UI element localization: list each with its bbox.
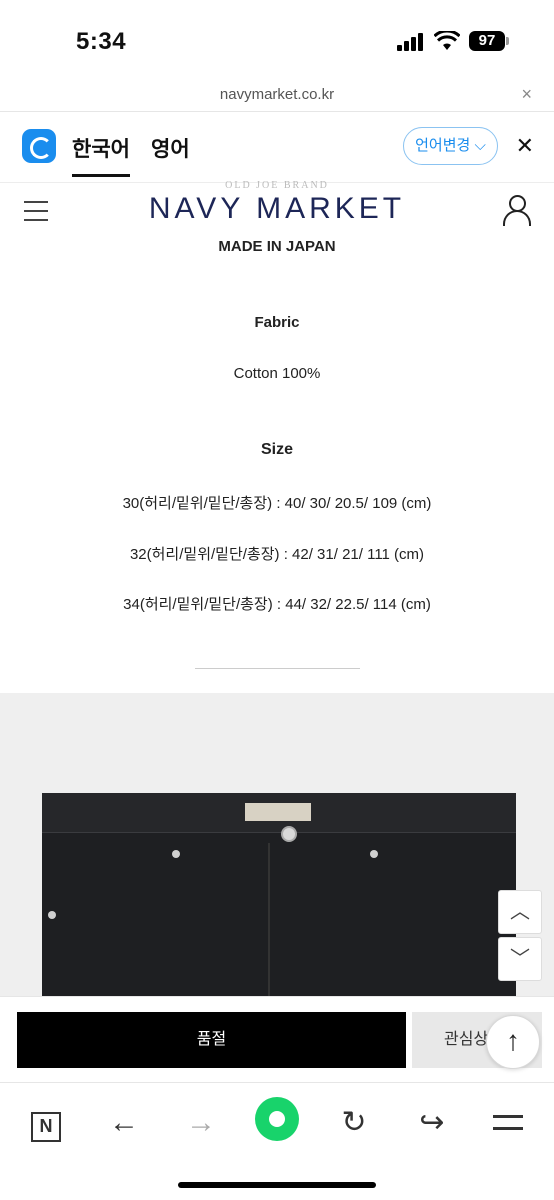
home-indicator: [178, 1182, 376, 1188]
close-icon[interactable]: ×: [521, 84, 532, 105]
size-row: 32(허리/밑위/밑단/총장) : 42/ 31/ 21/ 111 (cm): [129, 546, 425, 563]
status-time: 5:34: [76, 28, 127, 55]
url-text[interactable]: navymarket.co.kr: [0, 86, 554, 103]
size-row: 34(허리/밑위/밑단/총장) : 44/ 32/ 22.5/ 114 (cm): [123, 596, 431, 613]
tab-korean[interactable]: 한국어: [72, 133, 130, 177]
scroll-up-button[interactable]: ︿: [498, 890, 542, 934]
translate-bar: 한국어 영어 언어변경 ⌵ ✕: [0, 113, 554, 183]
reload-icon[interactable]: ↻: [332, 1101, 376, 1145]
fabric-heading: Fabric: [254, 314, 300, 331]
fly-seam-shape: [268, 843, 270, 996]
back-arrow-icon[interactable]: ←: [102, 1101, 146, 1145]
jeans-button-shape: [281, 826, 297, 842]
sold-out-button[interactable]: 품절: [17, 1012, 406, 1068]
naver-home-icon[interactable]: N: [24, 1101, 68, 1145]
close-icon[interactable]: ✕: [516, 133, 534, 159]
brand-logo[interactable]: NAVY MARKET: [0, 192, 554, 226]
rivet-shape: [172, 850, 180, 858]
product-image: [0, 693, 554, 996]
tab-english[interactable]: 영어: [151, 133, 190, 163]
fabric-value: Cotton 100%: [233, 365, 321, 382]
green-dot-icon[interactable]: [255, 1097, 299, 1141]
scroll-down-button[interactable]: ﹀: [498, 937, 542, 981]
label-tag-shape: [245, 803, 311, 821]
battery-tip: [506, 37, 509, 45]
brand-tagline: OLD JOE BRAND: [225, 180, 329, 191]
action-bar: 품절 관심상품 ↑: [0, 996, 554, 1082]
rivet-shape: [48, 911, 56, 919]
rivet-shape: [370, 850, 378, 858]
divider: [195, 668, 360, 669]
wifi-icon: [434, 31, 460, 50]
menu-icon[interactable]: [486, 1101, 530, 1145]
forward-arrow-icon[interactable]: →: [179, 1101, 223, 1145]
url-bar[interactable]: navymarket.co.kr ×: [0, 78, 554, 112]
status-bar: 5:34 97: [0, 0, 554, 78]
battery-icon: 97: [469, 31, 505, 51]
made-in-label: MADE IN JAPAN: [218, 238, 336, 255]
size-row: 30(허리/밑위/밑단/총장) : 40/ 30/ 20.5/ 109 (cm): [122, 495, 432, 512]
size-heading: Size: [260, 441, 293, 458]
user-icon[interactable]: [502, 195, 531, 226]
share-icon[interactable]: ↪: [410, 1101, 454, 1145]
scroll-to-top-button[interactable]: ↑: [486, 1015, 540, 1069]
translate-icon: [22, 129, 56, 163]
cellular-signal-icon: [397, 33, 427, 51]
language-change-button[interactable]: 언어변경 ⌵: [403, 127, 498, 165]
naver-n-label: N: [31, 1112, 61, 1142]
